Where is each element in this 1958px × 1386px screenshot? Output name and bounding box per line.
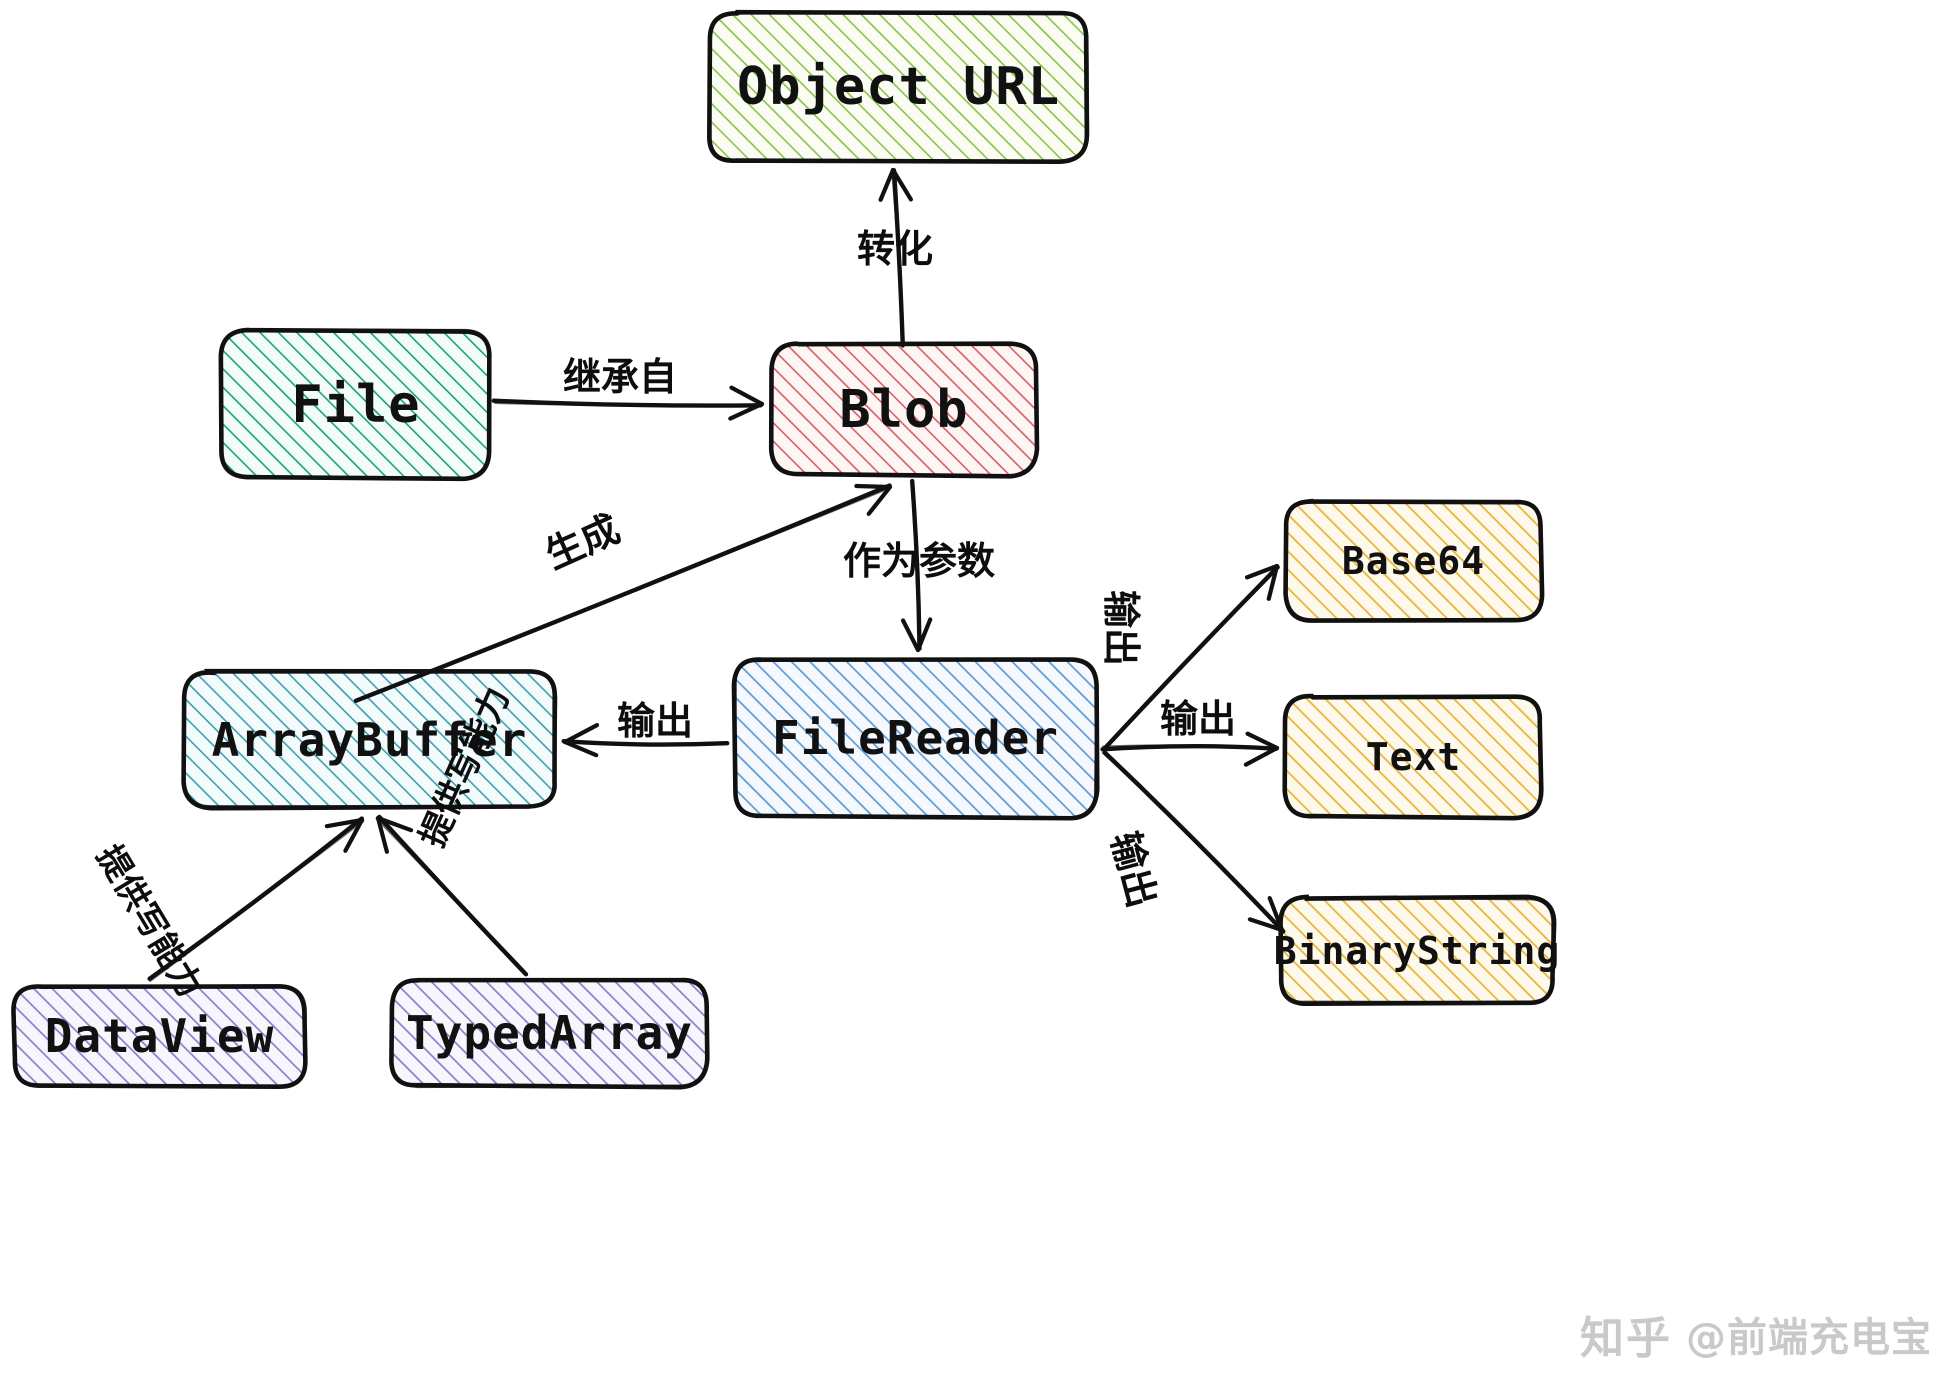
node-file	[218, 327, 492, 482]
diagram-canvas: Object URL File Blob Base64 Text BinaryString…	[0, 0, 1958, 1386]
zhihu-logo: 知乎	[1580, 1313, 1672, 1364]
node-objecturl	[707, 9, 1090, 165]
node-base64	[1283, 498, 1545, 623]
watermark-author: @前端充电宝	[1686, 1315, 1932, 1361]
node-filereader	[731, 657, 1100, 821]
edge-label-filereader-to-arraybuffer: 输出	[617, 699, 694, 743]
node-dataview	[11, 983, 308, 1089]
edge-label-blob-to-objecturl: 转化	[857, 227, 934, 271]
node-binarystring	[1278, 894, 1557, 1007]
node-blob	[768, 341, 1040, 479]
edge-label-filereader-to-base64: 输出	[1099, 590, 1143, 667]
watermark: 知乎 @前端充电宝	[1580, 1302, 1932, 1366]
node-typedarray	[389, 977, 710, 1090]
node-text	[1282, 693, 1544, 821]
diagram-svg	[11, 9, 1557, 1090]
edge-label-filereader-to-text: 输出	[1160, 697, 1237, 741]
edge-label-file-to-blob: 继承自	[563, 355, 678, 399]
edge-label-blob-to-filereader: 作为参数	[843, 539, 996, 583]
